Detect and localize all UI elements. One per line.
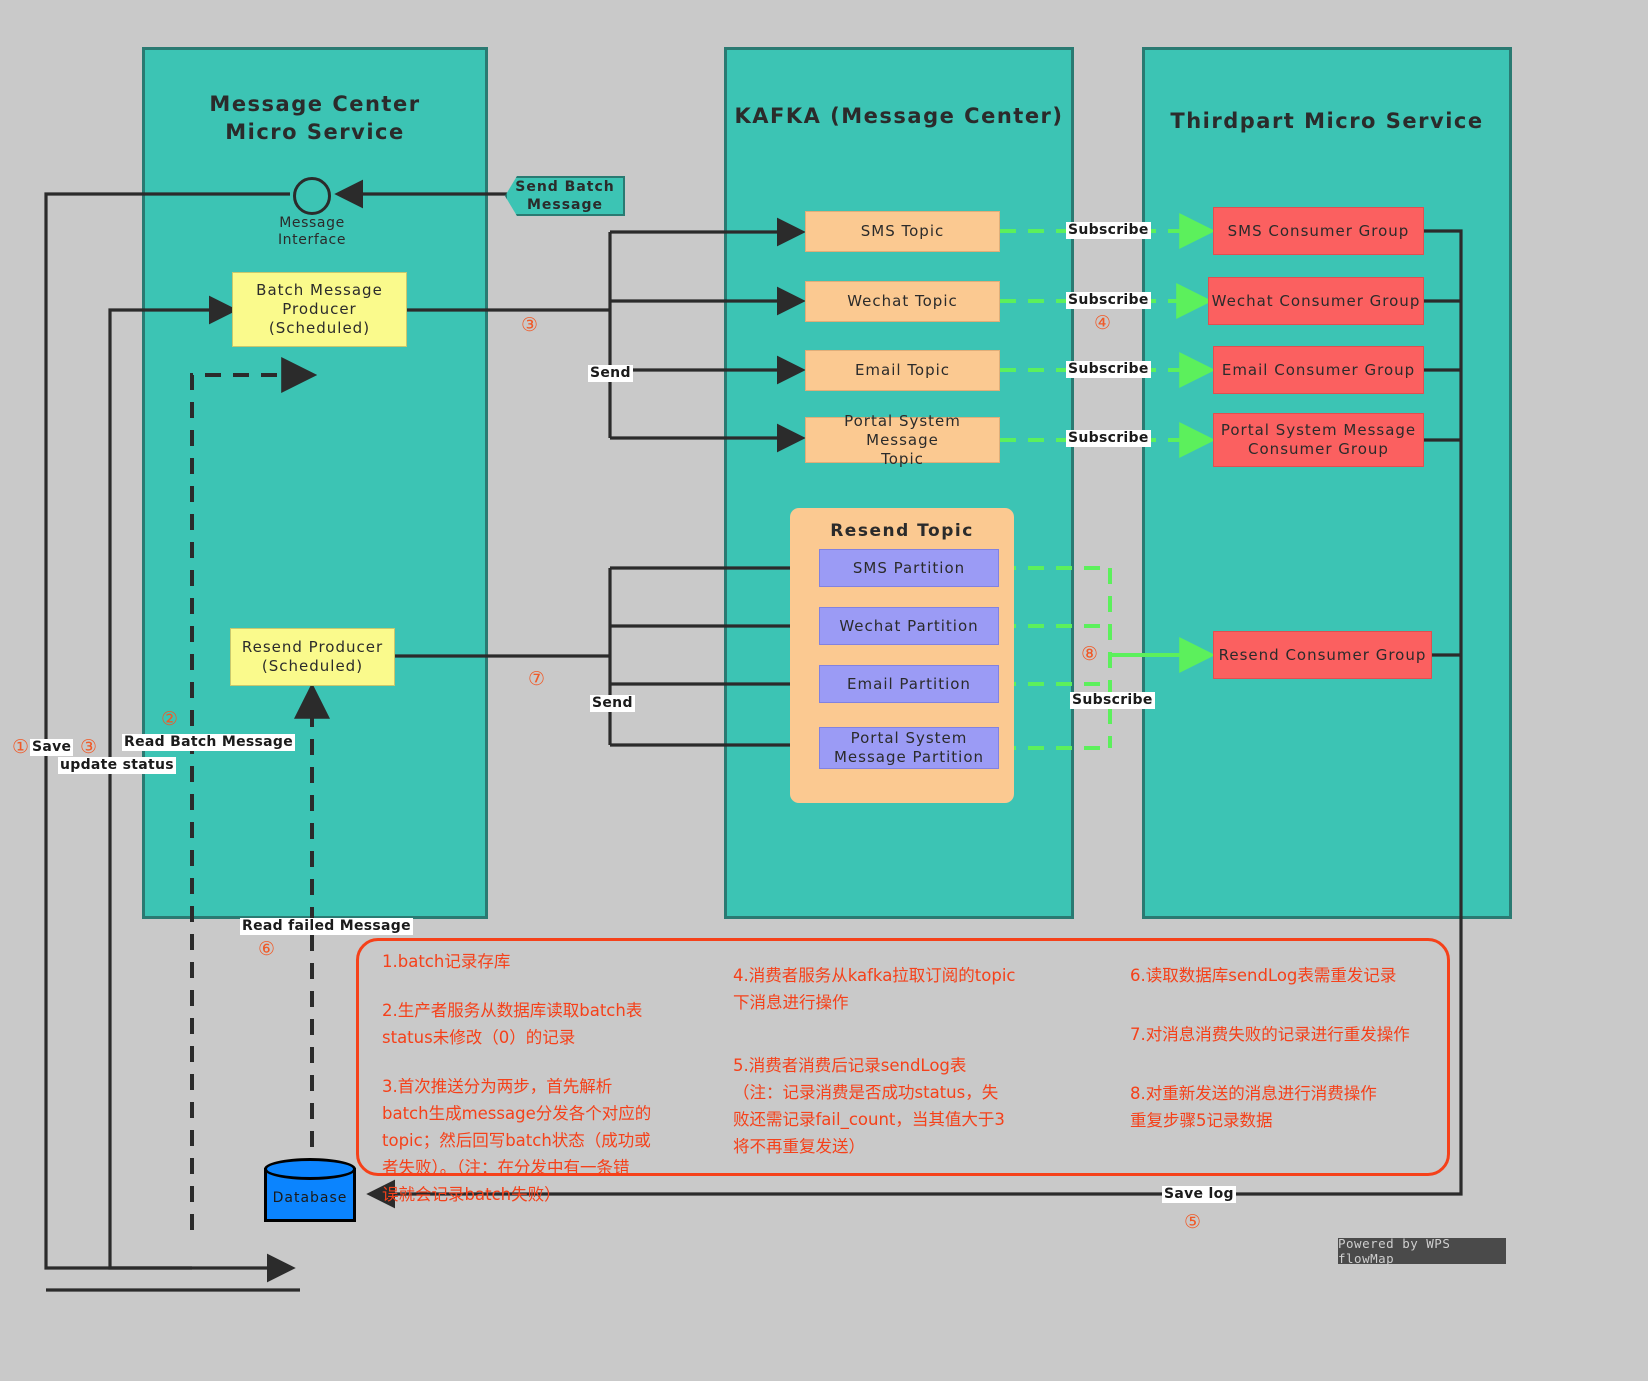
kafka-topic-sms[interactable]: SMS Topic [805, 211, 1000, 252]
watermark: Powered by WPS flowMap [1338, 1236, 1506, 1266]
step-number-3: ③ [80, 736, 98, 758]
lane-title-thirdpart: Thirdpart Micro Service [1170, 109, 1484, 133]
edge-label-subscribe-email: Subscribe [1066, 361, 1151, 378]
edge-label-read-batch-message: Read Batch Message [122, 734, 296, 751]
database-node[interactable]: Database [264, 1158, 356, 1226]
send-batch-message-flag[interactable]: Send Batch Message [505, 176, 625, 216]
consumer-group-email[interactable]: Email Consumer Group [1213, 346, 1424, 394]
resend-partition-portal-system-message[interactable]: Portal System Message Partition [819, 727, 999, 769]
resend-partition-wechat[interactable]: Wechat Partition [819, 607, 999, 645]
consumer-group-wechat-label: Wechat Consumer Group [1211, 291, 1421, 310]
edge-label-save: Save [30, 739, 74, 756]
consumer-group-portal-system-message-label: Portal System Message Consumer Group [1220, 421, 1417, 458]
kafka-topic-sms-label: SMS Topic [860, 222, 945, 240]
step-number-2: ② [161, 708, 179, 730]
watermark-label: Powered by WPS flowMap [1338, 1236, 1451, 1266]
note-item-5: 5.消费者消费后记录sendLog表 （注：记录消费是否成功status，失 败… [733, 1056, 1005, 1156]
note-item-6: 6.读取数据库sendLog表需重发记录 [1130, 966, 1397, 985]
consumer-group-sms-label: SMS Consumer Group [1227, 221, 1410, 240]
step-number-8: ⑧ [1081, 643, 1099, 665]
kafka-topic-portal-system-message[interactable]: Portal System Message Topic [805, 412, 1000, 468]
note-item-1: 1.batch记录存库 [382, 952, 511, 971]
resend-partition-sms[interactable]: SMS Partition [819, 549, 999, 587]
step-number-5: ⑤ [1184, 1211, 1202, 1233]
step-number-6: ⑥ [258, 938, 276, 960]
step-number-4: ④ [1094, 312, 1112, 334]
kafka-topic-email-label: Email Topic [854, 361, 951, 379]
resend-producer[interactable]: Resend Producer (Scheduled) [230, 628, 395, 686]
note-item-7: 7.对消息消费失败的记录进行重发操作 [1130, 1025, 1410, 1044]
edge-label-save-log: Save log [1162, 1186, 1236, 1203]
consumer-group-sms[interactable]: SMS Consumer Group [1213, 207, 1424, 255]
message-interface-node[interactable] [293, 177, 331, 215]
step-number-1: ① [12, 736, 30, 758]
consumer-group-portal-system-message[interactable]: Portal System Message Consumer Group [1213, 413, 1424, 467]
consumer-group-resend-label: Resend Consumer Group [1218, 645, 1427, 664]
message-interface-label: Message Interface [245, 215, 379, 249]
database-cylinder-top [264, 1158, 356, 1180]
edge-label-subscribe-wechat: Subscribe [1066, 292, 1151, 309]
note-item-2: 2.生产者服务从数据库读取batch表 status未修改（0）的记录 [382, 1001, 643, 1047]
note-item-3: 3.首次推送分为两步，首先解析 batch生成message分发各个对应的 to… [382, 1077, 652, 1204]
edge-label-subscribe-portal: Subscribe [1066, 430, 1151, 447]
consumer-group-wechat[interactable]: Wechat Consumer Group [1208, 277, 1424, 325]
consumer-group-resend[interactable]: Resend Consumer Group [1213, 631, 1432, 679]
step-number-7: ⑦ [528, 668, 546, 690]
resend-partition-sms-label: SMS Partition [852, 558, 966, 577]
resend-producer-label: Resend Producer (Scheduled) [241, 638, 384, 675]
note-item-4: 4.消费者服务从kafka拉取订阅的topic 下消息进行操作 [733, 966, 1016, 1012]
consumer-group-email-label: Email Consumer Group [1221, 360, 1416, 379]
batch-message-producer-label: Batch Message Producer (Scheduled) [256, 281, 383, 337]
kafka-topic-wechat-label: Wechat Topic [847, 292, 958, 310]
resend-partition-email[interactable]: Email Partition [819, 665, 999, 703]
edge-label-subscribe-sms: Subscribe [1066, 222, 1151, 239]
kafka-topic-email[interactable]: Email Topic [805, 350, 1000, 391]
notes-column-3: 6.读取数据库sendLog表需重发记录 7.对消息消费失败的记录进行重发操作 … [1130, 962, 1450, 1156]
send-batch-message-label: Send Batch Message [515, 179, 615, 213]
edge-label-read-failed-message: Read failed Message [240, 918, 413, 935]
note-item-8: 8.对重新发送的消息进行消费操作 重复步骤5记录数据 [1130, 1084, 1377, 1130]
edge-label-subscribe-resend: Subscribe [1070, 692, 1155, 709]
kafka-topic-portal-system-message-label: Portal System Message Topic [844, 411, 961, 468]
edge-label-send-partitions: Send [590, 695, 635, 712]
message-interface-label-line1: Message [279, 215, 345, 231]
kafka-topic-wechat[interactable]: Wechat Topic [805, 281, 1000, 322]
message-interface-label-line2: Interface [277, 232, 347, 248]
step-number-3b: ③ [521, 314, 539, 336]
resend-partition-portal-system-message-label: Portal System Message Partition [833, 729, 985, 766]
notes-column-1: 1.batch记录存库 2.生产者服务从数据库读取batch表 status未修… [382, 948, 682, 1230]
lane-title-message-center: Message Center Micro Service [209, 92, 421, 144]
batch-message-producer[interactable]: Batch Message Producer (Scheduled) [232, 272, 407, 347]
resend-partition-wechat-label: Wechat Partition [839, 616, 979, 635]
resend-topic-title: Resend Topic [830, 521, 974, 541]
edge-label-update-status: update status [58, 757, 176, 774]
lane-thirdpart: Thirdpart Micro Service [1142, 47, 1512, 919]
notes-column-2: 4.消费者服务从kafka拉取订阅的topic 下消息进行操作 5.消费者消费后… [733, 962, 1063, 1182]
database-label: Database [272, 1190, 348, 1206]
resend-partition-email-label: Email Partition [847, 674, 971, 693]
edge-label-send-topics: Send [588, 365, 633, 382]
lane-title-kafka: KAFKA (Message Center) [734, 104, 1064, 128]
